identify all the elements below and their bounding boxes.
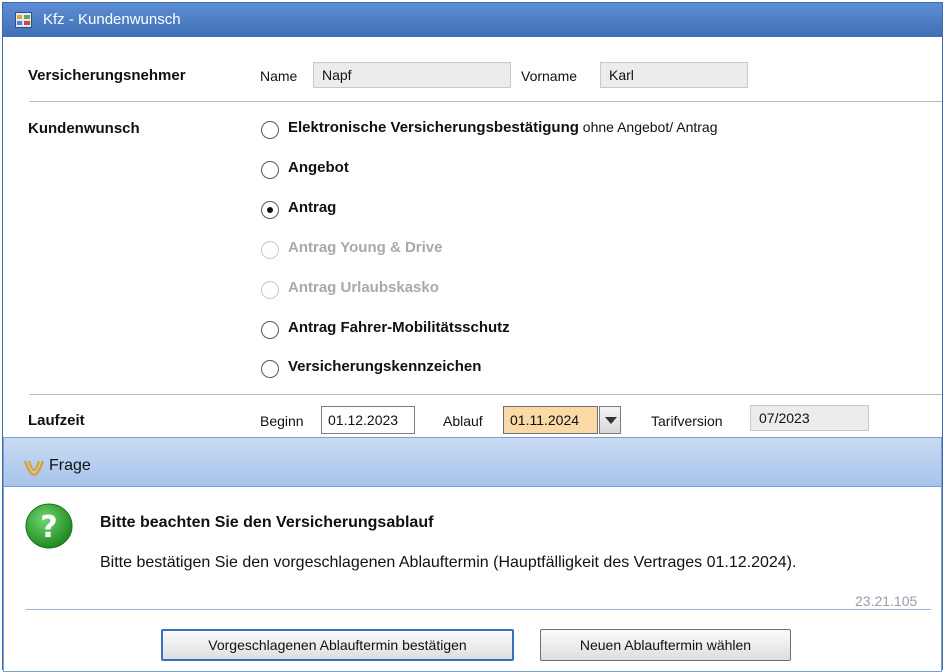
option-elektronische-versicherungsbestaetigung[interactable]: Elektronische Versicherungsbestätigung o… (288, 119, 718, 136)
dialog-title: Frage (49, 457, 91, 474)
option-antrag-urlaubskasko: Antrag Urlaubskasko (288, 279, 439, 296)
vorname-field: Karl (600, 62, 748, 88)
tarifversion-label: Tarifversion (651, 413, 723, 429)
tarifversion-field: 07/2023 (750, 405, 869, 431)
versicherungsnehmer-label: Versicherungsnehmer (28, 67, 186, 84)
option-versicherungskennzeichen[interactable]: Versicherungskennzeichen (288, 358, 481, 375)
app-window-icon (15, 12, 32, 28)
kundenwunsch-label: Kundenwunsch (28, 120, 140, 137)
ablauf-dropdown-button[interactable] (599, 406, 621, 434)
window-title: Kfz - Kundenwunsch (43, 11, 181, 28)
radio-antrag-urlaubskasko (261, 281, 279, 299)
option-angebot[interactable]: Angebot (288, 159, 349, 176)
ablauf-label: Ablauf (443, 413, 483, 429)
version-label: 23.21.105 (855, 593, 918, 609)
svg-text:?: ? (40, 510, 57, 545)
option-antrag-young-drive: Antrag Young & Drive (288, 239, 443, 256)
radio-antrag[interactable] (261, 201, 279, 219)
option-antrag-fahrer-mobilitaetsschutz[interactable]: Antrag Fahrer-Mobilitätsschutz (288, 319, 510, 336)
vorname-label: Vorname (521, 68, 578, 84)
radio-antrag-young-drive (261, 241, 279, 259)
dialog-separator (26, 609, 931, 610)
dialog-header[interactable]: Frage (4, 438, 941, 487)
dialog-logo-icon (24, 460, 44, 476)
option-antrag[interactable]: Antrag (288, 199, 336, 216)
name-label: Name (260, 68, 298, 84)
chevron-down-icon (605, 417, 617, 424)
beginn-label: Beginn (260, 413, 304, 429)
ablauf-input[interactable]: 01.11.2024 (503, 406, 598, 434)
name-field: Napf (313, 62, 511, 88)
title-bar[interactable]: Kfz - Kundenwunsch (3, 3, 942, 37)
radio-versicherungskennzeichen[interactable] (261, 360, 279, 378)
question-icon: ? (25, 503, 73, 549)
radio-angebot[interactable] (261, 161, 279, 179)
radio-elektronische-versicherungsbestaetigung[interactable] (261, 121, 279, 139)
radio-antrag-fahrer-mobilitaetsschutz[interactable] (261, 321, 279, 339)
beginn-input[interactable]: 01.12.2023 (321, 406, 415, 434)
laufzeit-label: Laufzeit (28, 412, 85, 429)
option-suffix: ohne Angebot/ Antrag (578, 119, 718, 135)
confirm-ablauftermin-button[interactable]: Vorgeschlagenen Ablauftermin bestätigen (161, 629, 514, 661)
dialog-message-title: Bitte beachten Sie den Versicherungsabla… (100, 514, 434, 531)
separator-top (29, 101, 942, 102)
new-ablauftermin-button[interactable]: Neuen Ablauftermin wählen (540, 629, 791, 661)
option-label: Elektronische Versicherungsbestätigung (288, 119, 579, 136)
dialog-message-text: Bitte bestätigen Sie den vorgeschlagenen… (100, 554, 797, 571)
separator-middle (29, 394, 942, 395)
